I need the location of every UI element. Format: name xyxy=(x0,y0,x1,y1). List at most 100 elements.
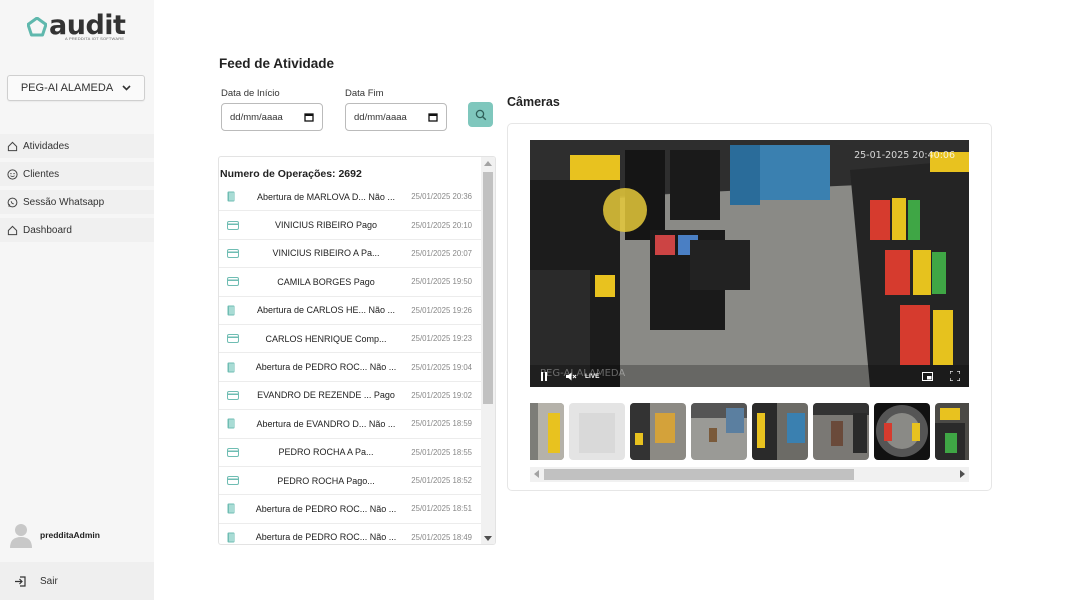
operation-description: Abertura de PEDRO ROC... Não ... xyxy=(255,503,397,514)
operation-description: CARLOS HENRIQUE Comp... xyxy=(265,333,387,344)
operation-row[interactable]: VINICIUS RIBEIRO A Pa... 25/01/2025 20:07 xyxy=(219,240,481,269)
pause-icon[interactable] xyxy=(540,372,548,381)
end-date-input[interactable]: dd/mm/aaaa xyxy=(345,103,447,131)
operation-type-icon xyxy=(227,476,241,486)
camera-thumbnail[interactable] xyxy=(530,403,564,460)
camera-thumbnail-image xyxy=(538,403,564,460)
logout-label: Sair xyxy=(40,575,58,587)
operation-description: VINICIUS RIBEIRO Pago xyxy=(274,220,378,231)
avatar-icon xyxy=(10,524,32,548)
door-icon xyxy=(227,191,235,202)
sidebar-item-label: Dashboard xyxy=(23,224,72,236)
operation-description: PEDRO ROCHA Pago... xyxy=(277,475,375,486)
start-date-input[interactable]: dd/mm/aaaa xyxy=(221,103,323,131)
camera-thumbnail-image xyxy=(579,413,615,453)
sidebar-item-dashboard[interactable]: Dashboard xyxy=(0,218,154,242)
operation-row[interactable]: PEDRO ROCHA A Pa... 25/01/2025 18:55 xyxy=(219,439,481,467)
logout-button[interactable]: Sair xyxy=(0,562,154,600)
scroll-up-arrow-icon[interactable] xyxy=(484,161,492,166)
camera-thumbnail-image xyxy=(691,403,747,442)
operation-type-icon xyxy=(227,447,241,457)
operations-scrollbar[interactable] xyxy=(481,157,495,544)
sidebar-nav: Atividades Clientes Sessão Whatsapp Dash… xyxy=(0,134,154,246)
chevron-down-icon xyxy=(122,85,131,91)
credit-card-icon xyxy=(227,220,239,230)
sidebar-item-label: Sessão Whatsapp xyxy=(23,196,105,208)
scroll-left-arrow-icon[interactable] xyxy=(534,470,539,478)
operation-type-icon xyxy=(227,503,241,514)
search-button[interactable] xyxy=(468,102,493,127)
operation-row[interactable]: CARLOS HENRIQUE Comp... 25/01/2025 19:23 xyxy=(219,325,481,354)
camera-thumbnail[interactable] xyxy=(874,403,930,460)
operation-row[interactable]: Abertura de PEDRO ROC... Não ... 25/01/20… xyxy=(219,524,481,544)
scrollbar-thumb[interactable] xyxy=(544,469,854,480)
operation-row[interactable]: Abertura de MARLOVA D... Não ... 25/01/20… xyxy=(219,183,481,212)
operation-row[interactable]: EVANDRO DE REZENDE ... Pago 25/01/2025 19… xyxy=(219,382,481,411)
operation-row[interactable]: Abertura de PEDRO ROC... Não ... 25/01/20… xyxy=(219,353,481,382)
camera-thumbnail-image xyxy=(752,403,805,460)
store-select-value: PEG-AI ALAMEDA xyxy=(20,82,114,94)
camera-thumbnail[interactable] xyxy=(630,403,686,460)
operation-description: Abertura de PEDRO ROC... Não ... xyxy=(255,532,397,543)
operation-row[interactable]: CAMILA BORGES Pago 25/01/2025 19:50 xyxy=(219,268,481,297)
operation-description: CAMILA BORGES Pago xyxy=(277,276,375,287)
credit-card-icon xyxy=(227,390,239,400)
operation-row[interactable]: Abertura de EVANDRO D... Não ... 25/01/20… xyxy=(219,410,481,439)
operation-timestamp: 25/01/2025 19:50 xyxy=(411,277,472,287)
operation-timestamp: 25/01/2025 19:02 xyxy=(411,390,472,400)
sidebar-item-sessao-whatsapp[interactable]: Sessão Whatsapp xyxy=(0,190,154,214)
camera-thumbnail[interactable] xyxy=(935,403,969,460)
operation-row[interactable]: Abertura de PEDRO ROC... Não ... 25/01/20… xyxy=(219,495,481,524)
thumbnails-scrollbar[interactable] xyxy=(530,467,969,482)
camera-thumbnail[interactable] xyxy=(813,403,869,460)
sidebar: audit A PREDDITA IOT SOFTWARE PEG-AI ALA… xyxy=(0,0,154,600)
camera-video-feed[interactable]: 25-01-2025 20:40:06 PEG-AI ALAMEDA LIVE xyxy=(530,140,969,387)
sidebar-item-atividades[interactable]: Atividades xyxy=(0,134,154,158)
credit-card-icon xyxy=(227,248,239,258)
camera-timestamp: 25-01-2025 20:40:06 xyxy=(854,150,955,161)
operation-row[interactable]: VINICIUS RIBEIRO Pago 25/01/2025 20:10 xyxy=(219,211,481,240)
door-icon xyxy=(227,305,235,316)
operation-type-icon xyxy=(227,532,241,543)
user-profile[interactable]: predditaAdmin xyxy=(10,522,100,548)
end-date-placeholder: dd/mm/aaaa xyxy=(354,111,407,123)
logo-subtitle: A PREDDITA IOT SOFTWARE xyxy=(65,36,125,41)
door-icon xyxy=(227,418,235,429)
camera-thumbnail[interactable] xyxy=(691,403,747,460)
operation-type-icon xyxy=(227,305,241,316)
sidebar-item-clientes[interactable]: Clientes xyxy=(0,162,154,186)
camera-thumbnail[interactable] xyxy=(752,403,808,460)
calendar-icon xyxy=(428,113,438,122)
credit-card-icon xyxy=(227,476,239,486)
scroll-right-arrow-icon[interactable] xyxy=(960,470,965,478)
operation-description: Abertura de CARLOS HE... Não ... xyxy=(256,305,396,316)
operation-row[interactable]: PEDRO ROCHA Pago... 25/01/2025 18:52 xyxy=(219,467,481,496)
store-select[interactable]: PEG-AI ALAMEDA xyxy=(7,75,145,101)
sidebar-item-label: Clientes xyxy=(23,168,60,180)
operation-type-icon xyxy=(227,418,241,429)
operation-description: Abertura de EVANDRO D... Não ... xyxy=(256,418,396,429)
mute-icon[interactable] xyxy=(566,372,577,381)
operation-description: Abertura de MARLOVA D... Não ... xyxy=(257,191,395,202)
credit-card-icon xyxy=(227,447,239,457)
pentagon-logo-icon xyxy=(27,17,47,37)
camera-thumbnail[interactable] xyxy=(569,403,625,460)
fullscreen-icon[interactable] xyxy=(950,371,960,381)
operation-row[interactable]: Abertura de CARLOS HE... Não ... 25/01/20… xyxy=(219,297,481,325)
scrollbar-thumb[interactable] xyxy=(483,172,493,404)
door-icon xyxy=(227,532,235,543)
home-icon xyxy=(7,225,18,235)
operation-timestamp: 25/01/2025 18:55 xyxy=(411,447,472,457)
operation-timestamp: 25/01/2025 18:49 xyxy=(411,532,472,542)
operation-description: Abertura de PEDRO ROC... Não ... xyxy=(255,362,397,373)
scroll-down-arrow-icon[interactable] xyxy=(484,536,492,541)
calendar-icon xyxy=(304,113,314,122)
operations-list: Abertura de MARLOVA D... Não ... 25/01/20… xyxy=(219,183,481,544)
operation-timestamp: 25/01/2025 18:51 xyxy=(411,504,472,514)
operation-timestamp: 25/01/2025 18:52 xyxy=(411,476,472,486)
home-icon xyxy=(7,141,18,151)
operations-panel: Numero de Operações: 2692 Abertura de MA… xyxy=(218,156,496,545)
picture-in-picture-icon[interactable] xyxy=(922,372,933,381)
operation-timestamp: 25/01/2025 19:26 xyxy=(411,305,472,315)
smiley-icon xyxy=(7,168,18,180)
